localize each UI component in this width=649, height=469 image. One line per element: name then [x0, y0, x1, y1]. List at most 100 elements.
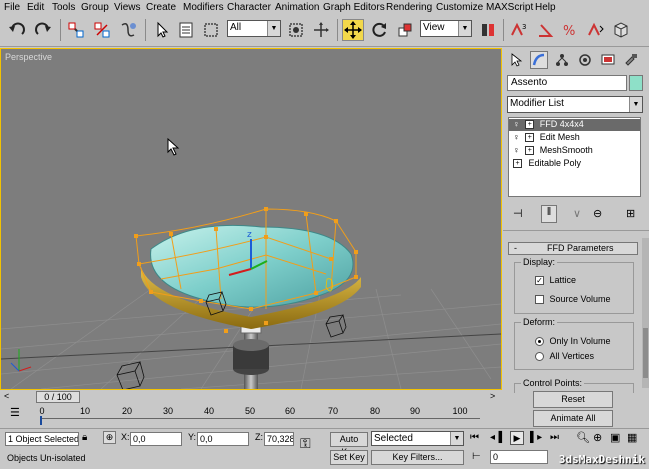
stack-item-meshsmooth[interactable]: ♀ + MeshSmooth — [509, 145, 640, 157]
create-tab-icon[interactable] — [507, 51, 525, 69]
key-icon[interactable]: ⚿ — [300, 435, 311, 452]
unlink-icon[interactable] — [91, 19, 113, 41]
zoom-all-icon[interactable]: ⊕ — [593, 431, 602, 444]
key-filters-button[interactable]: Key Filters... — [371, 450, 464, 465]
object-name-field[interactable]: Assento — [507, 75, 627, 91]
expand-icon[interactable]: + — [525, 133, 535, 143]
source-volume-checkbox[interactable]: Source Volume — [535, 294, 611, 305]
menu-file[interactable]: File — [4, 2, 20, 13]
reset-button[interactable]: Reset — [533, 391, 613, 408]
stack-item-edit-mesh[interactable]: ♀ + Edit Mesh — [509, 132, 640, 144]
bind-spacewarp-icon[interactable] — [117, 19, 139, 41]
use-pivot-icon[interactable] — [477, 19, 499, 41]
lightbulb-icon[interactable]: ♀ — [513, 132, 520, 142]
configure-modifier-sets-icon[interactable]: ⊞ — [626, 207, 635, 220]
scrollbar-thumb[interactable] — [643, 328, 648, 378]
menu-help[interactable]: Help — [535, 2, 556, 13]
perspective-viewport[interactable]: Perspective z — [0, 48, 502, 390]
command-panel-scrollbar[interactable] — [642, 238, 649, 388]
x-coordinate-field[interactable]: 0,0 — [130, 432, 182, 446]
spinner-snap-icon[interactable] — [584, 19, 606, 41]
y-coordinate-field[interactable]: 0,0 — [197, 432, 249, 446]
previous-frame-icon[interactable]: ◂▐ — [490, 432, 502, 443]
window-crossing-icon[interactable] — [285, 19, 307, 41]
zoom-icon[interactable]: 🔍︎ — [576, 431, 590, 444]
make-unique-icon[interactable]: ∨ — [573, 207, 581, 220]
only-in-volume-radio[interactable]: Only In Volume — [535, 336, 611, 347]
zoom-extents-all-icon[interactable]: ▦ — [627, 431, 637, 444]
rect-selection-icon[interactable] — [200, 19, 222, 41]
radio-dot[interactable] — [535, 352, 544, 362]
display-tab-icon[interactable] — [599, 51, 617, 69]
select-object-icon[interactable] — [150, 19, 172, 41]
motion-tab-icon[interactable] — [576, 51, 594, 69]
key-mode-toggle-icon[interactable]: ⊢ — [472, 451, 481, 462]
percent-snap-icon[interactable]: % — [559, 19, 581, 41]
lightbulb-icon[interactable]: ♀ — [513, 119, 520, 129]
utilities-tab-icon[interactable] — [622, 51, 640, 69]
snap-3d-icon[interactable]: 3 — [508, 19, 530, 41]
menu-maxscript[interactable]: MAXScript — [486, 2, 533, 13]
time-slider-track[interactable]: 0 / 100 < > — [0, 390, 502, 404]
track-bar-menu-icon[interactable]: ☰ — [10, 406, 20, 419]
stack-item-editable-poly[interactable]: + Editable Poly — [509, 158, 640, 170]
rollout-collapse-toggle[interactable]: - — [514, 243, 517, 253]
auto-key-button[interactable]: Auto Key — [330, 432, 368, 457]
menu-tools[interactable]: Tools — [52, 2, 75, 13]
show-end-result-icon[interactable]: ‖ — [541, 205, 557, 223]
expand-icon[interactable]: + — [525, 146, 535, 156]
time-slider-handle[interactable]: 0 / 100 — [36, 391, 80, 403]
menu-edit[interactable]: Edit — [27, 2, 44, 13]
menu-group[interactable]: Group — [81, 2, 109, 13]
expand-icon[interactable]: + — [525, 120, 535, 130]
prev-frame-icon[interactable]: < — [4, 391, 9, 401]
pin-stack-icon[interactable]: ⊣ — [513, 207, 523, 220]
selection-filter-dropdown[interactable]: All ▼ — [227, 20, 281, 37]
menu-create[interactable]: Create — [146, 2, 176, 13]
check-icon[interactable]: ✓ — [535, 276, 544, 286]
current-frame-field[interactable]: 0 — [490, 450, 548, 464]
select-scale-icon[interactable] — [394, 19, 416, 41]
animate-all-button[interactable]: Animate All — [533, 410, 613, 427]
modify-tab-icon[interactable] — [530, 51, 548, 69]
menu-views[interactable]: Views — [114, 2, 141, 13]
key-mode-dropdown[interactable]: Selected ▼ — [371, 431, 464, 446]
menu-customize[interactable]: Customize — [436, 2, 483, 13]
next-frame-icon[interactable]: > — [490, 391, 495, 401]
object-color-swatch[interactable] — [629, 75, 643, 91]
stack-item-ffd[interactable]: ♀ + FFD 4x4x4 — [509, 119, 640, 131]
lock-selection-icon[interactable]: 🔒︎ — [82, 432, 87, 443]
play-icon[interactable]: ▶ — [510, 431, 524, 445]
menu-modifiers[interactable]: Modifiers — [183, 2, 224, 13]
menu-animation[interactable]: Animation — [275, 2, 319, 13]
select-by-name-icon[interactable] — [175, 19, 197, 41]
expand-icon[interactable]: + — [513, 159, 522, 169]
radio-dot[interactable] — [535, 337, 544, 347]
select-and-move-icon[interactable] — [342, 19, 364, 41]
all-vertices-radio[interactable]: All Vertices — [535, 351, 594, 362]
z-coordinate-field[interactable]: 70,328 — [264, 432, 294, 446]
checkbox-box[interactable] — [535, 295, 544, 305]
zoom-extents-icon[interactable]: ▣ — [610, 431, 620, 444]
menu-rendering[interactable]: Rendering — [386, 2, 432, 13]
track-bar[interactable]: ☰ 0 10 20 30 40 50 60 70 80 90 100 — [0, 404, 502, 426]
remove-modifier-icon[interactable]: ⊖ — [593, 207, 602, 220]
lightbulb-icon[interactable]: ♀ — [513, 145, 520, 155]
select-move-icon[interactable] — [310, 19, 332, 41]
lattice-checkbox[interactable]: ✓ Lattice — [535, 275, 576, 286]
ffd-parameters-rollout-header[interactable]: - FFD Parameters — [508, 242, 638, 255]
angle-snap-icon[interactable] — [534, 19, 556, 41]
set-key-button[interactable]: Set Key — [330, 450, 368, 465]
undo-icon[interactable] — [6, 19, 28, 41]
go-to-start-icon[interactable]: ⏮ — [470, 432, 479, 443]
absolute-mode-icon[interactable]: ⊕ — [103, 431, 116, 444]
redo-icon[interactable] — [32, 19, 54, 41]
reference-coord-dropdown[interactable]: View ▼ — [420, 20, 472, 37]
select-rotate-icon[interactable] — [368, 19, 390, 41]
select-link-icon[interactable] — [65, 19, 87, 41]
modifier-list-dropdown[interactable]: Modifier List ▼ — [507, 96, 643, 113]
next-key-icon[interactable]: ▌▸ — [530, 432, 542, 443]
named-selection-icon[interactable] — [610, 19, 632, 41]
hierarchy-tab-icon[interactable] — [553, 51, 571, 69]
menu-character[interactable]: Character — [227, 2, 271, 13]
